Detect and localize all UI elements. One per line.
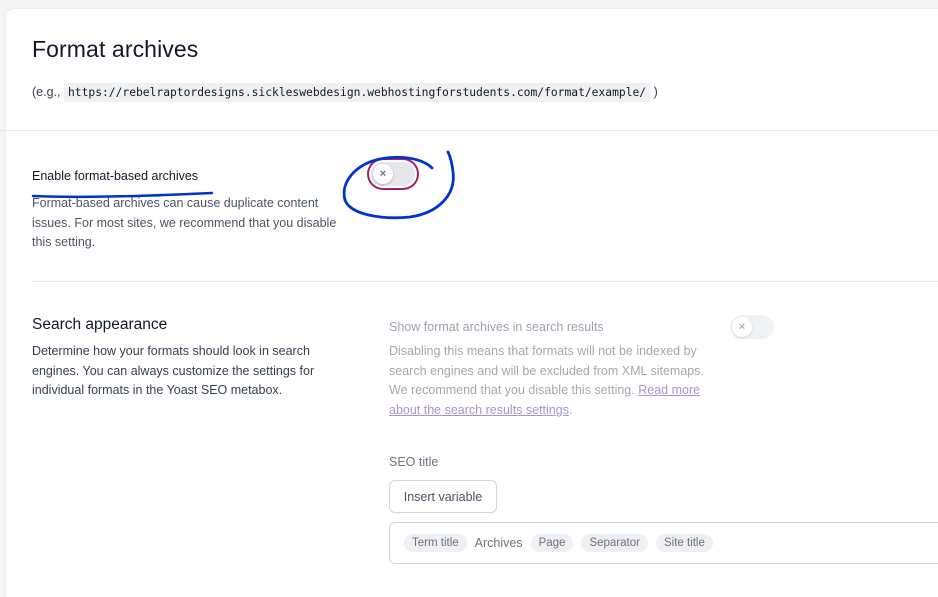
close-icon: × [373,164,393,184]
enable-archives-description: Format-based archives can cause duplicat… [32,196,337,249]
example-prefix: (e.g., [32,85,61,99]
example-suffix: ) [653,85,658,99]
show-in-search-description: Disabling this means that formats will n… [389,344,704,417]
show-in-search-label: Show format archives in search results [389,320,604,334]
insert-variable-button[interactable]: Insert variable [389,480,497,513]
variable-chip-site-title[interactable]: Site title [655,534,713,552]
section-divider [32,281,938,282]
seo-title-text: Archives [474,536,523,550]
enable-archives-label: Enable format-based archives [32,169,199,183]
close-icon: × [732,317,752,337]
header-divider [0,130,938,131]
search-appearance-title: Search appearance [32,316,168,333]
seo-title-input[interactable]: Term title Archives Page Separator Site … [389,522,938,564]
example-url-line: (e.g., https://rebelraptordesigns.sickle… [32,83,658,102]
variable-chip-separator[interactable]: Separator [581,534,648,552]
enable-archives-toggle[interactable]: × [371,162,415,186]
page-header: Format archives (e.g., https://rebelrapt… [32,36,932,102]
show-in-search-toggle[interactable]: × [730,315,774,339]
variable-chip-term-title[interactable]: Term title [404,534,467,552]
example-url: https://rebelraptordesigns.sickleswebdes… [63,83,651,102]
variable-chip-page[interactable]: Page [530,534,574,552]
page-title: Format archives [32,36,199,62]
search-appearance-description: Determine how your formats should look i… [32,344,315,397]
seo-title-label: SEO title [389,455,439,469]
